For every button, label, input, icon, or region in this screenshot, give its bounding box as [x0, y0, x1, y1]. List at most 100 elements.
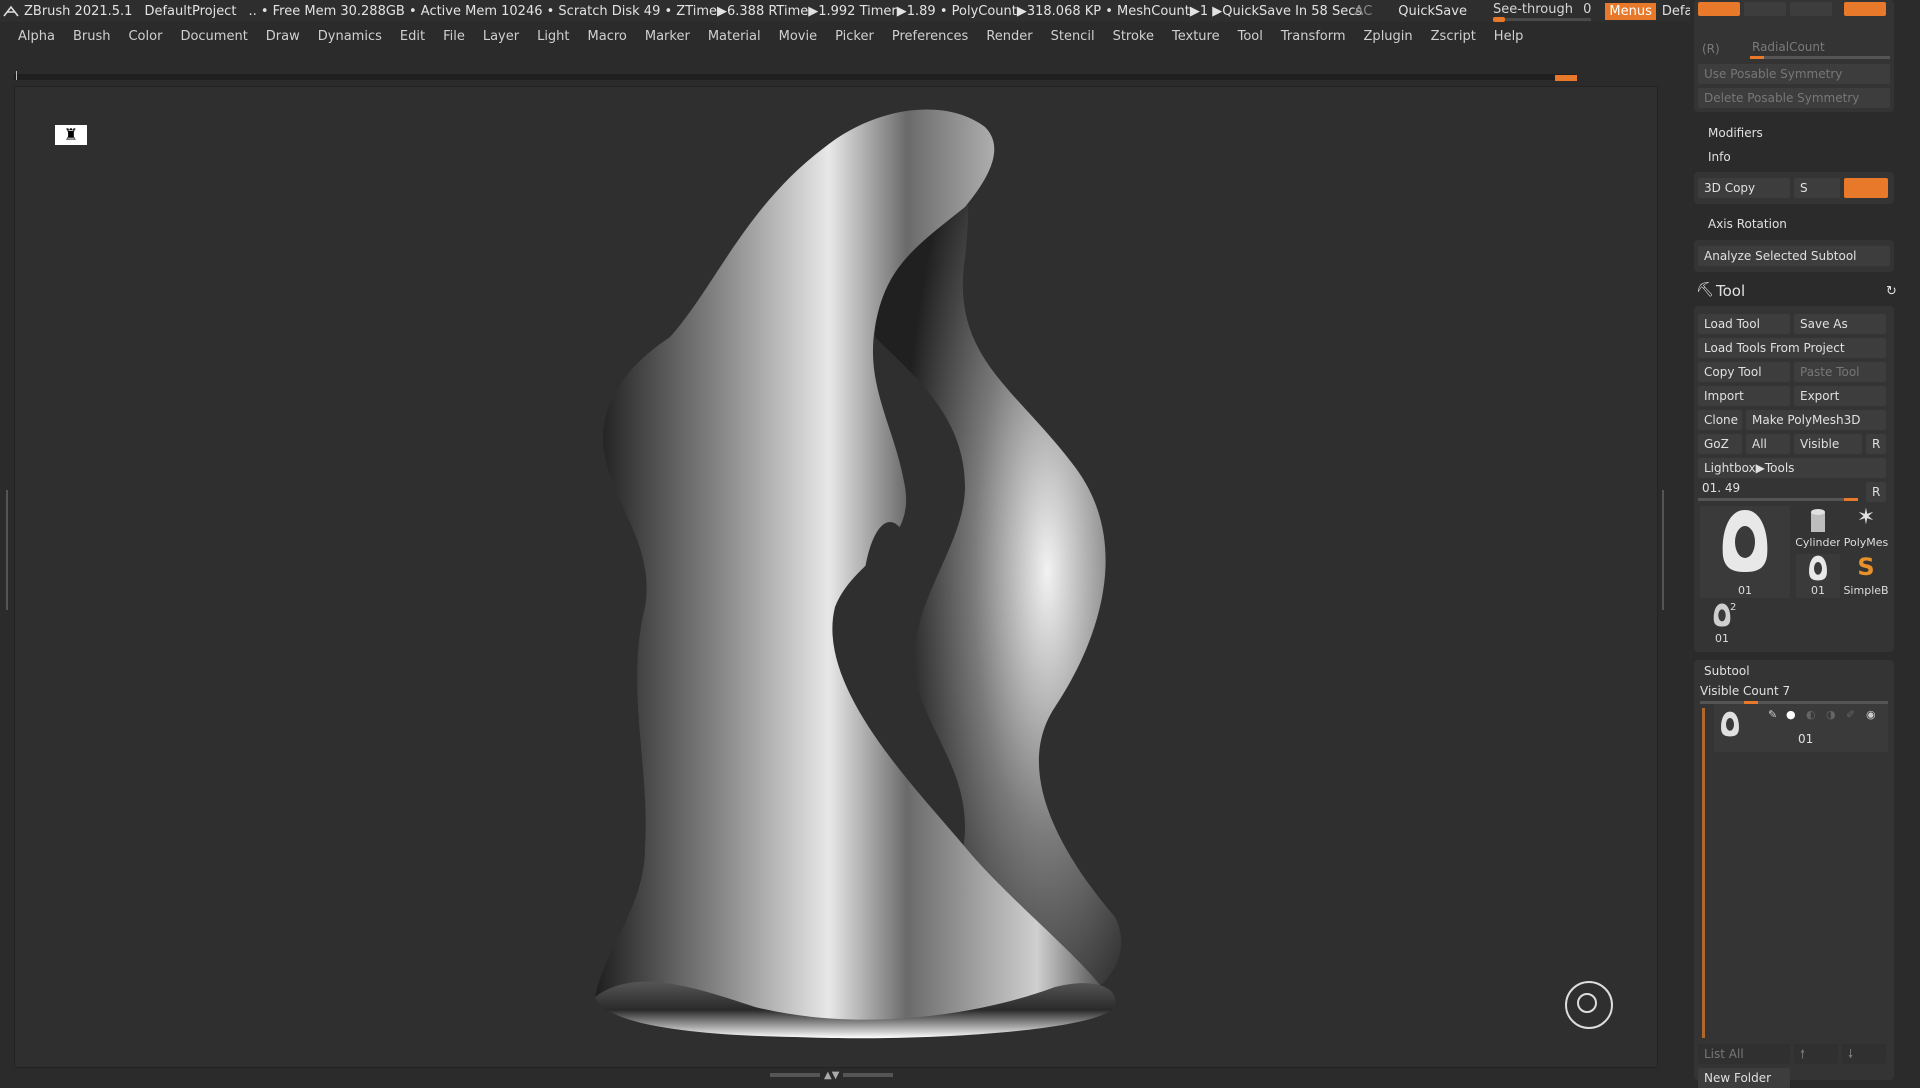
tool-thumb-simpleb[interactable]: S SimpleB	[1844, 554, 1888, 598]
s-button[interactable]: S	[1794, 178, 1840, 198]
tool-slider-fill	[1844, 498, 1858, 501]
pen-icon[interactable]: ✐	[1846, 708, 1855, 721]
menu-file[interactable]: File	[443, 29, 465, 44]
subtool-item[interactable]: ✎ ● ◐ ◑ ✐ ◉ 01	[1714, 704, 1888, 752]
menu-preferences[interactable]: Preferences	[892, 29, 968, 44]
radialcount-label[interactable]: RadialCount	[1752, 40, 1825, 54]
radialcount-slider[interactable]	[1750, 56, 1890, 59]
menu-marker[interactable]: Marker	[645, 29, 690, 44]
menu-edit[interactable]: Edit	[400, 29, 425, 44]
modifiers-section[interactable]: Modifiers	[1708, 126, 1763, 140]
timeline-marker[interactable]	[1555, 75, 1577, 81]
menu-layer[interactable]: Layer	[483, 29, 519, 44]
tool-thumb-sub[interactable]: 2 01	[1700, 602, 1744, 646]
menu-stencil[interactable]: Stencil	[1051, 29, 1095, 44]
see-through-knob[interactable]	[1492, 16, 1505, 22]
load-tool-button[interactable]: Load Tool	[1698, 314, 1790, 334]
perspective-icon[interactable]: ♜	[55, 125, 87, 145]
list-all-button[interactable]: List All	[1698, 1044, 1790, 1064]
goz-button[interactable]: GoZ	[1698, 434, 1742, 454]
menu-movie[interactable]: Movie	[779, 29, 817, 44]
bottom-tray-handle[interactable]: ▲▼	[770, 1070, 900, 1081]
analyze-subtool-button[interactable]: Analyze Selected Subtool	[1698, 246, 1890, 266]
symmetry-y-button[interactable]	[1744, 2, 1786, 16]
3d-copy-button[interactable]: 3D Copy	[1698, 178, 1790, 198]
refresh-icon[interactable]: ↻	[1886, 284, 1897, 299]
quicksave-button[interactable]: QuickSave	[1398, 4, 1467, 19]
moon-icon[interactable]: ◐	[1806, 708, 1816, 721]
load-tools-from-project-button[interactable]: Load Tools From Project	[1698, 338, 1886, 358]
info-section[interactable]: Info	[1708, 150, 1731, 164]
visible-count-label[interactable]: Visible Count 7	[1700, 684, 1790, 698]
menu-transform[interactable]: Transform	[1281, 29, 1346, 44]
orbit-gizmo-inner	[1577, 993, 1597, 1013]
subtool-section[interactable]: Subtool	[1704, 664, 1750, 678]
menu-render[interactable]: Render	[986, 29, 1032, 44]
menu-tool[interactable]: Tool	[1238, 29, 1263, 44]
radialcount-fill	[1750, 56, 1764, 59]
right-tray-handle[interactable]	[1660, 490, 1666, 610]
sculpt-model[interactable]	[495, 87, 1195, 1067]
menu-document[interactable]: Document	[180, 29, 247, 44]
save-as-button[interactable]: Save As	[1794, 314, 1886, 334]
tool-slider[interactable]	[1698, 498, 1858, 501]
menu-stroke[interactable]: Stroke	[1113, 29, 1154, 44]
axis-rotation-section[interactable]: Axis Rotation	[1708, 217, 1787, 231]
symmetry-z-button[interactable]	[1790, 2, 1832, 16]
half-icon[interactable]: ◑	[1826, 708, 1836, 721]
all-button[interactable]: All	[1746, 434, 1790, 454]
copy3d-slider[interactable]	[1844, 178, 1888, 198]
move-down-icon[interactable]: 🠗	[1842, 1044, 1886, 1064]
tool-thumb-main-label: 01	[1738, 584, 1752, 597]
menu-draw[interactable]: Draw	[266, 29, 300, 44]
r-button-tool[interactable]: R	[1866, 482, 1886, 502]
menu-zscript[interactable]: Zscript	[1431, 29, 1476, 44]
menu-macro[interactable]: Macro	[588, 29, 627, 44]
see-through-slider[interactable]: See-through 0	[1492, 2, 1592, 22]
tool-palette-title[interactable]: Tool	[1716, 282, 1745, 300]
left-tray-handle[interactable]	[4, 490, 10, 610]
menu-material[interactable]: Material	[708, 29, 761, 44]
ac-label[interactable]: AC	[1355, 4, 1373, 19]
visible-button[interactable]: Visible	[1794, 434, 1862, 454]
zbrush-logo-icon[interactable]	[2, 2, 20, 20]
tool-thumb-sub-badge: 2	[1730, 602, 1737, 613]
make-polymesh3d-button[interactable]: Make PolyMesh3D	[1746, 410, 1886, 430]
tool-card: Load Tool Save As Load Tools From Projec…	[1694, 306, 1894, 652]
tool-thumb-polymesh[interactable]: ✶ PolyMes	[1844, 506, 1888, 550]
radialcount-prefix: (R)	[1702, 42, 1720, 56]
menu-picker[interactable]: Picker	[835, 29, 874, 44]
import-button[interactable]: Import	[1698, 386, 1790, 406]
menus-button[interactable]: Menus	[1605, 2, 1656, 20]
orbit-gizmo-icon[interactable]	[1565, 981, 1613, 1029]
paste-tool-button[interactable]: Paste Tool	[1794, 362, 1886, 382]
menu-light[interactable]: Light	[537, 29, 569, 44]
copy-tool-button[interactable]: Copy Tool	[1698, 362, 1790, 382]
tool-thumb-cylinder[interactable]: Cylinder	[1796, 506, 1840, 550]
subtool-scrollbar[interactable]	[1702, 708, 1705, 1038]
symmetry-x-button[interactable]	[1698, 2, 1740, 16]
menu-brush[interactable]: Brush	[73, 29, 111, 44]
symmetry-m-button[interactable]	[1844, 2, 1886, 16]
menu-color[interactable]: Color	[128, 29, 162, 44]
tool-thumb-small[interactable]: 01	[1796, 554, 1840, 598]
menu-zplugin[interactable]: Zplugin	[1364, 29, 1413, 44]
menu-alpha[interactable]: Alpha	[18, 29, 55, 44]
brush-mode-icon[interactable]: ✎	[1768, 708, 1777, 721]
new-folder-button[interactable]: New Folder	[1698, 1068, 1790, 1088]
move-up-icon[interactable]: 🠕	[1794, 1044, 1838, 1064]
use-posable-symmetry-button[interactable]: Use Posable Symmetry	[1698, 64, 1890, 84]
clone-button[interactable]: Clone	[1698, 410, 1742, 430]
export-button[interactable]: Export	[1794, 386, 1886, 406]
menu-dynamics[interactable]: Dynamics	[318, 29, 382, 44]
delete-posable-symmetry-button[interactable]: Delete Posable Symmetry	[1698, 88, 1890, 108]
tool-thumb-main[interactable]: 01	[1700, 506, 1790, 598]
eye-icon[interactable]: ◉	[1866, 708, 1876, 721]
toggle-dot-icon[interactable]: ●	[1786, 708, 1796, 721]
menu-help[interactable]: Help	[1494, 29, 1524, 44]
timeline-ruler[interactable]	[14, 71, 1577, 81]
menu-texture[interactable]: Texture	[1172, 29, 1220, 44]
canvas-viewport[interactable]: ♜	[14, 86, 1658, 1068]
r-button-goz[interactable]: R	[1866, 434, 1886, 454]
lightbox-tools-button[interactable]: Lightbox▶Tools	[1698, 458, 1886, 478]
